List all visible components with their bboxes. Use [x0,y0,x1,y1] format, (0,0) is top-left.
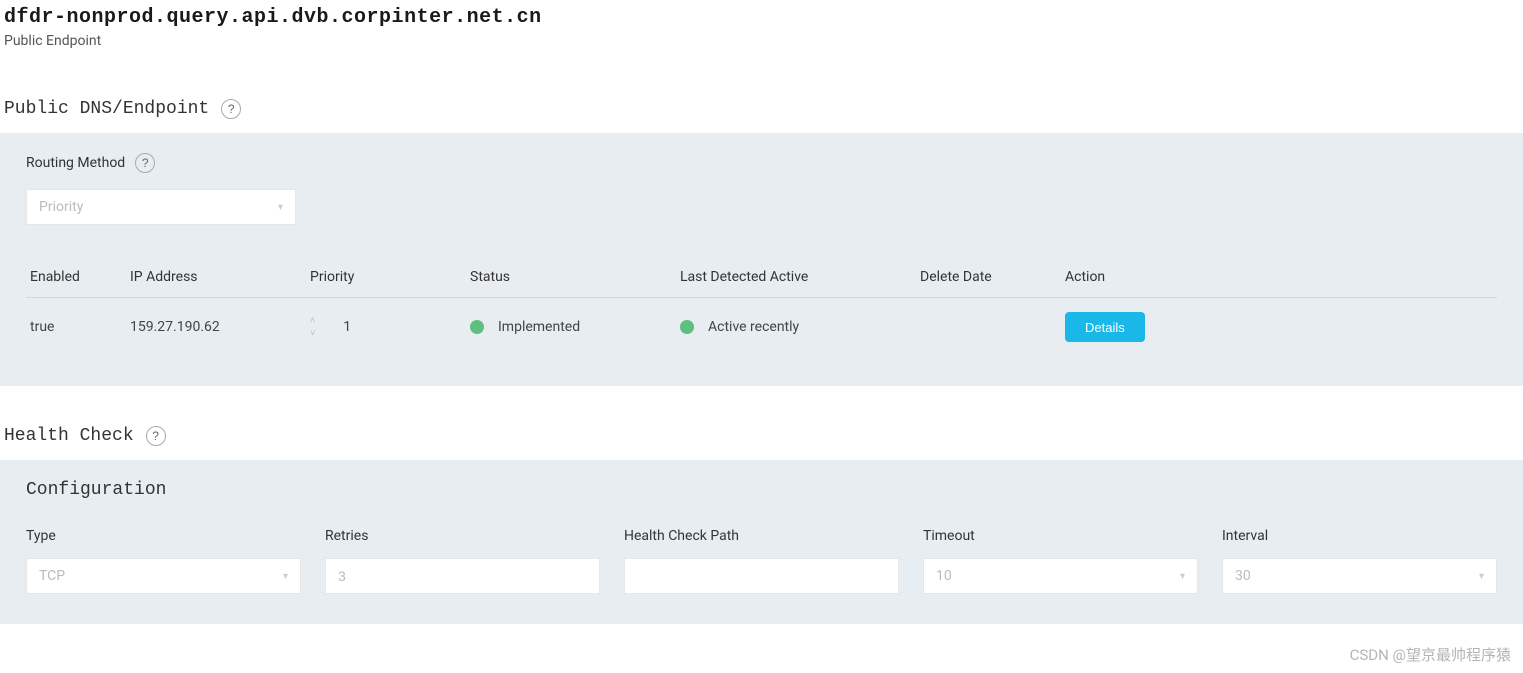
retries-input[interactable] [325,558,600,594]
th-lastactive: Last Detected Active [680,269,920,285]
page-title: dfdr-nonprod.query.api.dvb.corpinter.net… [4,6,1519,29]
interval-label: Interval [1222,528,1497,544]
routing-method-value: Priority [39,199,83,215]
field-timeout: Timeout 10 ▾ [923,528,1198,594]
field-healthpath: Health Check Path [624,528,899,594]
th-deletedate: Delete Date [920,269,1065,285]
timeout-select[interactable]: 10 ▾ [923,558,1198,594]
type-label: Type [26,528,301,544]
dns-section-heading: Public DNS/Endpoint ? [0,99,1523,119]
cell-ip: 159.27.190.62 [130,319,310,335]
timeout-value: 10 [936,568,952,584]
th-priority: Priority [310,269,470,285]
routing-method-select[interactable]: Priority ▾ [26,189,296,225]
status-text: Implemented [498,319,580,335]
chevron-down-icon: ▾ [1479,571,1484,582]
type-value: TCP [39,568,65,584]
cell-lastactive: Active recently [680,319,920,335]
type-select[interactable]: TCP ▾ [26,558,301,594]
table-row: true 159.27.190.62 ˄ ˅ 1 Implemented Act… [26,298,1497,356]
health-panel: Configuration Type TCP ▾ Retries Health … [0,460,1523,624]
cell-action: Details [1065,312,1365,342]
status-dot-icon [470,320,484,334]
health-heading-text: Health Check [4,426,134,446]
cell-enabled: true [30,319,130,335]
th-status: Status [470,269,680,285]
cell-priority: ˄ ˅ 1 [310,315,470,339]
dns-panel: Routing Method ? Priority ▾ Enabled IP A… [0,133,1523,386]
table-header-row: Enabled IP Address Priority Status Last … [26,269,1497,298]
priority-stepper[interactable]: ˄ ˅ [310,315,315,339]
th-ip: IP Address [130,269,310,285]
help-icon[interactable]: ? [135,153,155,173]
routing-label-text: Routing Method [26,155,125,171]
chevron-up-icon: ˄ [310,315,315,326]
details-button[interactable]: Details [1065,312,1145,342]
dns-heading-text: Public DNS/Endpoint [4,99,209,119]
retries-label: Retries [325,528,600,544]
chevron-down-icon: ˅ [310,328,315,339]
config-row: Type TCP ▾ Retries Health Check Path Tim… [26,528,1497,594]
page-subtitle: Public Endpoint [4,33,1519,49]
interval-select[interactable]: 30 ▾ [1222,558,1497,594]
chevron-down-icon: ▾ [278,202,283,213]
chevron-down-icon: ▾ [1180,571,1185,582]
help-icon[interactable]: ? [146,426,166,446]
page-header: dfdr-nonprod.query.api.dvb.corpinter.net… [0,0,1523,59]
th-enabled: Enabled [30,269,130,285]
cell-status: Implemented [470,319,680,335]
field-retries: Retries [325,528,600,594]
config-heading: Configuration [26,480,1497,500]
field-interval: Interval 30 ▾ [1222,528,1497,594]
watermark: CSDN @望京最帅程序猿 [1350,644,1511,665]
priority-value: 1 [343,319,351,335]
healthpath-label: Health Check Path [624,528,899,544]
interval-value: 30 [1235,568,1251,584]
health-section-heading: Health Check ? [0,426,1523,446]
endpoint-table: Enabled IP Address Priority Status Last … [26,269,1497,356]
field-type: Type TCP ▾ [26,528,301,594]
th-action: Action [1065,269,1365,285]
help-icon[interactable]: ? [221,99,241,119]
lastactive-text: Active recently [708,319,799,335]
timeout-label: Timeout [923,528,1198,544]
status-dot-icon [680,320,694,334]
healthpath-input[interactable] [624,558,899,594]
chevron-down-icon: ▾ [283,571,288,582]
routing-method-label: Routing Method ? [26,153,1497,173]
